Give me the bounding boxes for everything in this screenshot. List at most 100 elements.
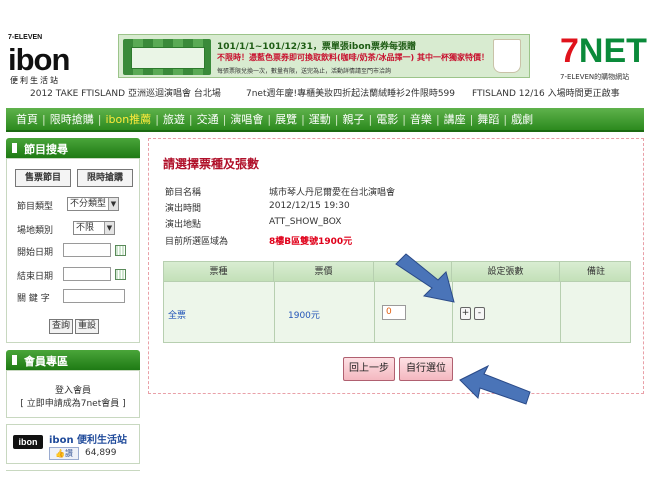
nav-separator: | [267,112,272,126]
col-quantity: 設定張數 [452,262,560,282]
mug-image [493,39,521,73]
nav-item[interactable]: 電影 [374,111,400,127]
fb-like-button[interactable]: 👍讚 [49,447,79,460]
event-venue-label: 演出地點 [165,220,202,230]
category-label: 節目類型 [17,202,54,212]
calendar-icon[interactable] [115,269,126,280]
venue-value: 不限 [76,223,95,233]
pointer-arrow-icon [395,253,455,303]
signup-link[interactable]: [ 立即申請成為7net會員 ] [7,396,139,409]
nav-separator: | [334,112,339,126]
banner-line-3: 每張票限兌換一次，數量有限，送完為止，活動詳情請至門市洽詢 [217,68,392,75]
banner-line-1: 101/1/1~101/12/31，票單張ibon票券每張贈 [217,42,416,52]
ticker-item[interactable]: FTISLAND 12/16 入場時間更正啟事 [472,86,620,99]
col-ticket-type: 票種 [164,262,274,282]
category-select[interactable]: 不分類型 ▼ [67,197,119,211]
search-section-title: 節目搜尋 [6,138,140,158]
nav-item[interactable]: 首頁 [14,111,40,127]
selected-area-label: 目前所選區域為 [165,237,229,247]
like-label: 讚 [64,449,73,458]
fb-page-title[interactable]: ibon 便利生活站 [49,431,127,446]
chevron-down-icon: ▼ [108,198,118,210]
venue-select[interactable]: 不限 ▼ [73,221,115,235]
tab-flash-sale[interactable]: 限時搶購 [77,169,133,187]
nav-item[interactable]: 運動 [307,111,333,127]
event-time-label: 演出時間 [165,204,202,214]
thumbs-up-icon: 👍 [55,449,65,458]
event-venue-value: ATT_SHOW_BOX [269,217,342,227]
col-price: 票價 [274,262,374,282]
nav-item[interactable]: 親子 [341,111,367,127]
news-ticker: 2012 TAKE FTISLAND 亞洲巡迴演唱會 台北場 7net週年慶!專… [0,86,650,100]
ticker-item[interactable]: 7net週年慶!專櫃美妝四折起法蘭絨睡衫2件限時599 [246,86,455,99]
column-divider [374,282,375,343]
nav-item[interactable]: 演唱會 [228,111,265,127]
nav-separator: | [435,112,440,126]
nav-item[interactable]: 講座 [442,111,468,127]
price-cell: 1900元 [288,308,320,321]
logo-brand: ibon [8,42,70,77]
selected-area-value: 8樓B區雙號1900元 [269,237,353,247]
nav-separator: | [42,112,46,126]
ticket-type-cell[interactable]: 全票 [168,308,186,321]
choose-seat-button[interactable]: 自行選位 [399,357,453,381]
nav-separator: | [97,112,102,126]
7net-caption: 7-ELEVEN的購物網站 [560,73,630,81]
calendar-icon[interactable] [115,245,126,256]
page-title: 請選擇票種及張數 [163,157,260,171]
nav-separator: | [222,112,227,126]
query-button[interactable]: 查詢 [49,319,73,334]
nav-item[interactable]: 展覽 [273,111,299,127]
nav-separator: | [301,112,305,126]
ibon-mini-logo: ibon [13,435,43,449]
end-date-input[interactable] [63,267,111,281]
member-section-title: 會員專區 [6,350,140,370]
back-button[interactable]: 回上一步 [343,357,395,381]
logo-net: NET [578,32,647,70]
nav-separator: | [155,112,159,126]
event-name-value: 城市琴人丹尼爾愛在台北演唱會 [269,188,396,198]
promo-banner[interactable]: 101/1/1~101/12/31，票單張ibon票券每張贈 不限時！憑藍色票券… [118,34,530,78]
minus-button[interactable]: - [474,307,485,320]
column-divider [274,282,275,343]
nav-separator: | [503,112,508,126]
end-date-label: 結束日期 [17,272,54,282]
chevron-down-icon: ▼ [104,222,114,234]
nav-item[interactable]: 交通 [195,111,221,127]
nav-separator: | [469,112,474,126]
nav-item[interactable]: 旅遊 [161,111,187,127]
keyword-label: 關 鍵 字 [17,294,50,304]
pointer-arrow-icon [459,364,531,405]
banner-line-2: 不限時！憑藍色票券即可換取飲料(咖啡/奶茶/冰品擇一) 其中一杯獨家特價！ [217,53,489,62]
ticker-item[interactable]: 2012 TAKE FTISLAND 亞洲巡迴演唱會 台北場 [30,86,221,99]
nav-item[interactable]: 戲劇 [509,111,535,127]
col-notes: 備註 [586,267,605,277]
logo-subtitle: 便利生活站 [10,76,60,85]
ibon-logo[interactable]: 7-ELEVEN ibon [8,34,90,77]
keyword-input[interactable] [63,289,125,303]
nav-separator: | [402,112,406,126]
sidebar-footer [6,470,140,482]
start-date-label: 開始日期 [17,248,54,258]
search-panel: 售票節目 限時搶購 節目類型 不分類型 ▼ 場地類別 不限 ▼ 開始日期 結束日期 … [6,158,140,343]
reset-button[interactable]: 重設 [75,319,99,334]
nav-item[interactable]: 舞蹈 [475,111,501,127]
venue-label: 場地類別 [17,226,54,236]
tab-on-sale[interactable]: 售票節目 [15,169,71,187]
member-panel: 登入會員 [ 立即申請成為7net會員 ] [6,370,140,418]
ticket-image [123,39,211,75]
main-nav: 首頁 | 限時搶購 | ibon推薦 | 旅遊 | 交通 | 演唱會 | 展覽 | 運動 | 親子 | 電影 | 音樂 |… [6,108,644,132]
nav-item[interactable]: 限時搶購 [48,111,96,127]
category-value: 不分類型 [70,199,107,209]
nav-item[interactable]: ibon推薦 [103,111,153,127]
event-time-value: 2012/12/15 19:30 [269,201,350,211]
like-count: 64,899 [85,448,117,458]
login-link[interactable]: 登入會員 [7,383,139,396]
nav-item[interactable]: 音樂 [408,111,434,127]
facebook-widget: ibon ibon 便利生活站 👍讚 64,899 [6,424,140,464]
plus-button[interactable]: + [460,307,471,320]
start-date-input[interactable] [63,243,111,257]
7net-logo[interactable]: 7NET 7-ELEVEN的購物網站 [558,32,647,82]
column-divider [560,282,561,343]
nav-separator: | [368,112,373,126]
